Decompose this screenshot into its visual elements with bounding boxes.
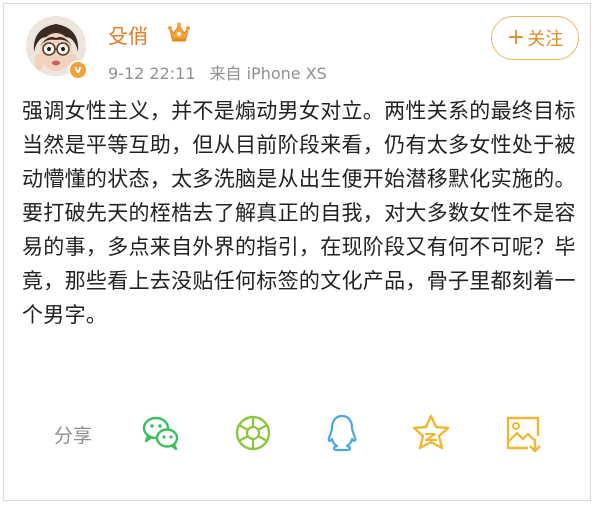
save-image-icon[interactable]	[502, 412, 544, 454]
qzone-star-icon[interactable]	[410, 412, 452, 454]
username[interactable]: 殳俏	[108, 20, 148, 49]
crown-member-icon[interactable]	[167, 21, 191, 43]
post-meta: 9-12 22:11 来自 iPhone XS	[108, 60, 327, 84]
weibo-post-card: v 殳俏 9-12 22:11 来自 iPhone XS + 关注 强调女性主义，…	[3, 3, 591, 501]
post-timestamp: 9-12 22:11	[108, 64, 196, 83]
wechat-moments-icon[interactable]	[232, 412, 274, 454]
share-bar: 分享	[4, 408, 592, 458]
post-source: 来自 iPhone XS	[209, 64, 327, 83]
wechat-icon[interactable]	[140, 412, 182, 454]
qq-icon[interactable]	[321, 412, 363, 454]
verified-badge-icon: v	[68, 60, 88, 80]
follow-label: 关注	[527, 29, 564, 50]
post-content: 强调女性主义，并不是煽动男女对立。两性关系的最终目标当然是平等互助，但从目前阶段…	[22, 99, 576, 327]
follow-button[interactable]: + 关注	[491, 16, 579, 60]
share-label: 分享	[54, 425, 93, 447]
plus-icon: +	[506, 25, 526, 50]
